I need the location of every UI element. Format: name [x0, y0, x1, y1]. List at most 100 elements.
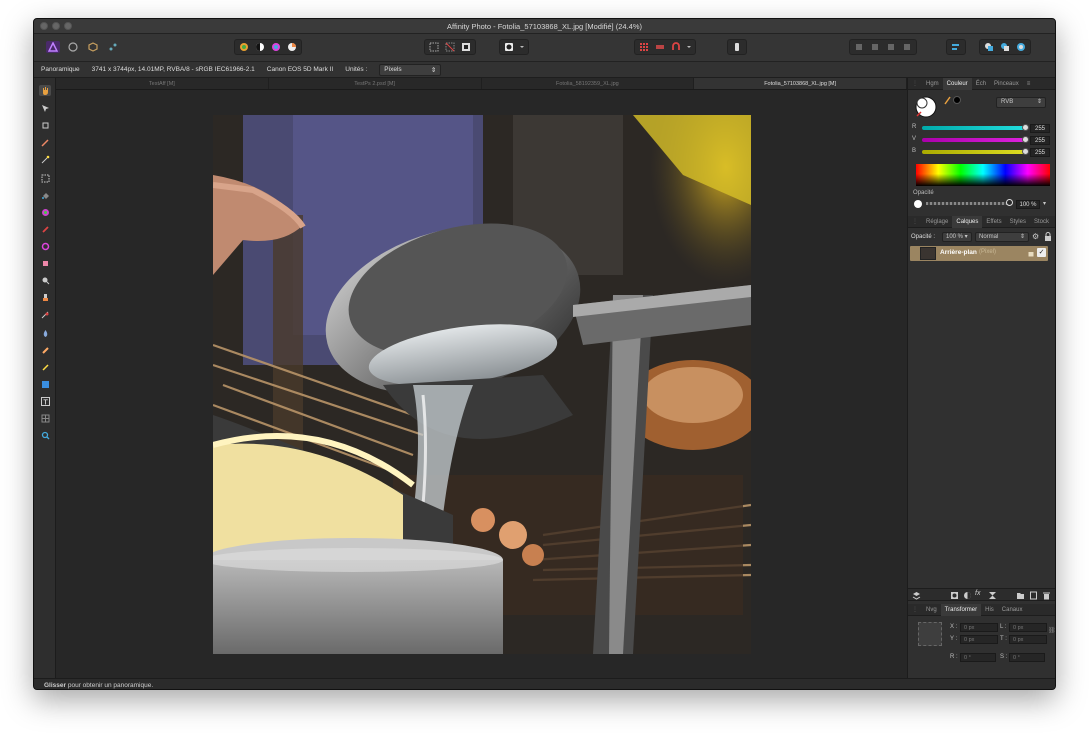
gradient-tool-icon[interactable]: [39, 207, 51, 218]
tab-channels[interactable]: Canaux: [998, 604, 1027, 616]
clone-tool-icon[interactable]: [39, 292, 51, 303]
guides-icon[interactable]: [653, 41, 667, 53]
snapping-dropdown-icon[interactable]: [685, 41, 693, 53]
eyedropper-icon[interactable]: [943, 95, 963, 105]
align-icon[interactable]: [949, 41, 963, 53]
marquee-tool-icon[interactable]: [39, 173, 51, 184]
tab-color[interactable]: Couleur: [942, 77, 972, 90]
front-icon[interactable]: [900, 41, 914, 53]
assistant-icon[interactable]: [730, 41, 744, 53]
tab-swatches[interactable]: Éch: [972, 78, 990, 90]
doc-tab[interactable]: TestPs 2.psd [M]: [269, 78, 482, 89]
pen-tool-icon[interactable]: [39, 362, 51, 373]
tab-transform[interactable]: Transformer: [940, 603, 982, 616]
paint-brush-tool-icon[interactable]: [39, 224, 51, 235]
anchor-selector[interactable]: [918, 622, 942, 646]
doc-tab[interactable]: Fotolia_58192359_XL.jpg: [482, 78, 695, 89]
liquify-persona-icon[interactable]: [66, 41, 80, 53]
channel-b-slider[interactable]: [922, 148, 1029, 155]
slider-knob[interactable]: [1022, 136, 1029, 143]
channel-r-value[interactable]: 255: [1030, 124, 1050, 133]
tab-effects[interactable]: Effets: [982, 216, 1005, 228]
x-field[interactable]: 0 px: [960, 623, 998, 632]
channel-g-slider[interactable]: [922, 136, 1029, 143]
tab-histogram[interactable]: Hgm: [922, 78, 943, 90]
subtract-shape-icon[interactable]: [998, 41, 1012, 53]
color-model-select[interactable]: RVB ⇕: [996, 97, 1046, 108]
tab-adjustment[interactable]: Réglage: [922, 216, 952, 228]
opacity-dropdown-icon[interactable]: ▾: [1043, 200, 1051, 209]
tab-brushes[interactable]: Pinceaux: [990, 78, 1023, 90]
hsl-icon[interactable]: [269, 41, 283, 53]
height-field[interactable]: 0 px: [1009, 635, 1047, 644]
forward-icon[interactable]: [884, 41, 898, 53]
shear-field[interactable]: 0 °: [1009, 653, 1045, 662]
backward-icon[interactable]: [868, 41, 882, 53]
rotation-field[interactable]: 0 °: [960, 653, 996, 662]
zoom-tool-icon[interactable]: [39, 430, 51, 441]
quick-mask-icon[interactable]: [502, 41, 516, 53]
levels-icon[interactable]: [237, 41, 251, 53]
flood-select-tool-icon[interactable]: [39, 154, 51, 165]
y-field[interactable]: 0 px: [960, 635, 998, 644]
tab-navigator[interactable]: Nvg: [922, 604, 941, 616]
channel-r-slider[interactable]: [922, 124, 1029, 131]
hand-tool-icon[interactable]: [39, 85, 51, 96]
snapping-icon[interactable]: [669, 41, 683, 53]
smudge-tool-icon[interactable]: [39, 345, 51, 356]
text-tool-icon[interactable]: T: [39, 396, 51, 407]
channel-b-value[interactable]: 255: [1030, 148, 1050, 157]
tab-history[interactable]: His: [981, 604, 998, 616]
white-balance-icon[interactable]: [285, 41, 299, 53]
mesh-warp-tool-icon[interactable]: [39, 413, 51, 424]
tab-stock[interactable]: Stock: [1030, 216, 1053, 228]
document-photo[interactable]: [213, 115, 751, 654]
selection-brush-tool-icon[interactable]: [39, 137, 51, 148]
photo-persona-icon[interactable]: [46, 41, 60, 53]
quick-mask-dropdown-icon[interactable]: [518, 41, 526, 53]
shape-tool-icon[interactable]: [39, 379, 51, 390]
lock-icon[interactable]: [1044, 232, 1053, 242]
add-layer-icon[interactable]: [1029, 591, 1038, 602]
layer-lock-icon[interactable]: [1028, 249, 1034, 257]
fx-icon[interactable]: fx: [975, 590, 980, 597]
slider-knob[interactable]: [1022, 124, 1029, 131]
rect-selection-icon[interactable]: [427, 41, 441, 53]
link-icon[interactable]: ⛓: [1048, 627, 1055, 637]
add-shape-icon[interactable]: [982, 41, 996, 53]
flood-fill-tool-icon[interactable]: [39, 190, 51, 201]
gear-icon[interactable]: ⚙: [1032, 232, 1041, 242]
color-replace-tool-icon[interactable]: [39, 241, 51, 252]
develop-persona-icon[interactable]: [86, 41, 100, 53]
adjustment-layer-icon[interactable]: [963, 591, 972, 602]
width-field[interactable]: 0 px: [1009, 623, 1047, 632]
red-eye-tool-icon[interactable]: [39, 309, 51, 320]
crop-tool-icon[interactable]: [39, 120, 51, 131]
dodge-tool-icon[interactable]: [39, 275, 51, 286]
grid-icon[interactable]: [637, 41, 651, 53]
layers-opacity-select[interactable]: 100 % ▾: [942, 232, 972, 242]
deselect-icon[interactable]: [443, 41, 457, 53]
layer-visibility-checkbox[interactable]: ✓: [1037, 248, 1046, 257]
export-persona-icon[interactable]: [106, 41, 120, 53]
layer-row-background[interactable]: Arrière-plan (Pixel) ✓: [910, 246, 1048, 261]
black-white-icon[interactable]: [253, 41, 267, 53]
tab-layers[interactable]: Calques: [952, 215, 983, 228]
units-select[interactable]: Pixels ⇕: [379, 63, 442, 76]
color-spectrum[interactable]: [916, 164, 1050, 186]
live-filter-icon[interactable]: [988, 591, 997, 602]
opacity-slider[interactable]: [926, 202, 1008, 205]
layers-stack-icon[interactable]: [912, 591, 921, 602]
intersect-shape-icon[interactable]: [1014, 41, 1028, 53]
folder-icon[interactable]: [1016, 591, 1025, 602]
move-tool-icon[interactable]: [39, 103, 51, 114]
doc-tab-active[interactable]: Fotolia_57103868_XL.jpg [M]: [694, 78, 907, 89]
tab-styles[interactable]: Styles: [1006, 216, 1030, 228]
slider-knob[interactable]: [1006, 199, 1013, 206]
panel-menu-icon[interactable]: ≡: [1023, 78, 1035, 90]
invert-selection-icon[interactable]: [459, 41, 473, 53]
doc-tab[interactable]: TestAff [M]: [56, 78, 269, 89]
blend-mode-select[interactable]: Normal ⇕: [975, 232, 1029, 242]
erase-tool-icon[interactable]: [39, 258, 51, 269]
blur-tool-icon[interactable]: [39, 328, 51, 339]
